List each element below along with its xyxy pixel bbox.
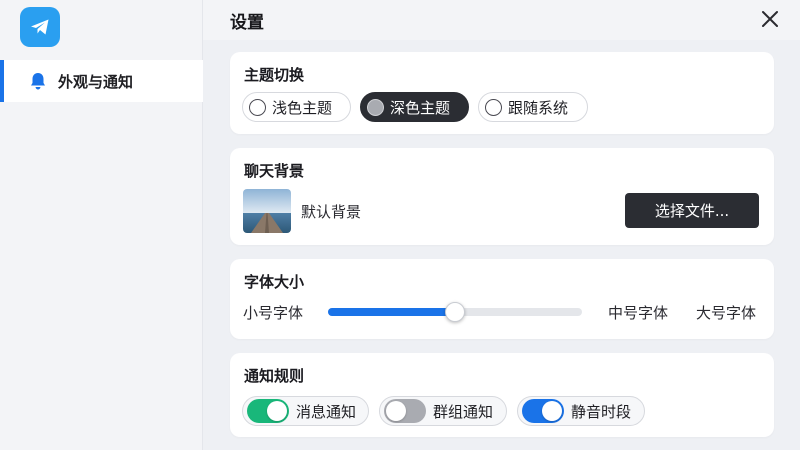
- font-size-slider[interactable]: [328, 302, 582, 322]
- sidebar: 外观与通知: [0, 0, 203, 450]
- theme-option-system[interactable]: 跟随系统: [478, 92, 588, 122]
- landscape-image-icon: [243, 189, 291, 233]
- toggle-label: 消息通知: [296, 402, 357, 421]
- toggle-switch[interactable]: [247, 399, 289, 423]
- page-title: 设置: [230, 13, 264, 33]
- chat-background-title: 聊天背景: [244, 162, 305, 180]
- bell-icon: [31, 73, 45, 90]
- font-size-title: 字体大小: [244, 273, 305, 291]
- theme-option-label: 深色主题: [390, 98, 451, 117]
- toggle-quiet-hours[interactable]: 静音时段: [517, 396, 645, 426]
- sidebar-item-appearance-notifications[interactable]: 外观与通知: [0, 60, 203, 102]
- radio-selected-icon: [367, 98, 384, 116]
- theme-option-label: 浅色主题: [272, 98, 333, 117]
- background-thumbnail[interactable]: [243, 189, 291, 233]
- close-icon[interactable]: [758, 7, 782, 31]
- toggle-switch[interactable]: [384, 399, 426, 423]
- slider-fill: [328, 308, 455, 316]
- notification-rules-title: 通知规则: [244, 367, 305, 385]
- sidebar-item-label: 外观与通知: [58, 73, 134, 91]
- font-size-card: 字体大小 小号字体 中号字体 大号字体: [230, 259, 774, 339]
- header: 设置: [203, 0, 800, 40]
- telegram-logo-icon: [31, 19, 49, 35]
- background-name: 默认背景: [301, 203, 362, 221]
- slider-thumb[interactable]: [445, 302, 465, 322]
- theme-option-light[interactable]: 浅色主题: [242, 92, 351, 122]
- toggle-group-notifications[interactable]: 群组通知: [379, 396, 507, 426]
- radio-icon: [249, 98, 266, 116]
- toggle-message-notifications[interactable]: 消息通知: [242, 396, 369, 426]
- toggle-label: 静音时段: [571, 402, 632, 421]
- toggle-label: 群组通知: [433, 402, 494, 421]
- theme-title: 主题切换: [244, 66, 305, 84]
- theme-option-label: 跟随系统: [508, 98, 569, 117]
- theme-option-dark[interactable]: 深色主题: [360, 92, 469, 122]
- app-logo: [20, 7, 60, 47]
- font-size-medium-label[interactable]: 中号字体: [608, 302, 668, 323]
- font-size-small-label[interactable]: 小号字体: [243, 302, 303, 323]
- theme-card: 主题切换 浅色主题 深色主题 跟随系统: [230, 52, 774, 134]
- active-indicator: [0, 60, 4, 102]
- font-size-large-label[interactable]: 大号字体: [696, 302, 756, 323]
- chat-background-card: 聊天背景 默认背景 选择文件...: [230, 148, 774, 245]
- notification-rules-card: 通知规则 消息通知 群组通知 静音时段: [230, 353, 774, 437]
- toggle-switch[interactable]: [522, 399, 564, 423]
- radio-icon: [485, 98, 502, 116]
- choose-file-button[interactable]: 选择文件...: [625, 193, 759, 228]
